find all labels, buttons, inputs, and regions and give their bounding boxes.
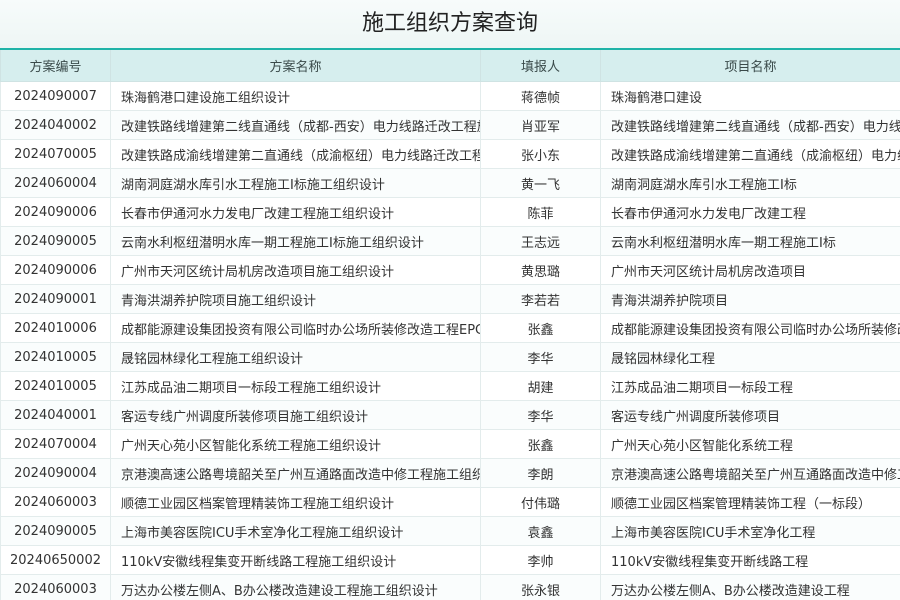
table-row[interactable]: 2024090001 青海洪湖养护院项目施工组织设计 李若若 青海洪湖养护院项目	[0, 284, 900, 314]
table-row[interactable]: 2024060003 顺德工业园区档案管理精装饰工程施工组织设计 付伟璐 顺德工业园区…	[0, 487, 900, 517]
cell-project-name: 改建铁路成渝线增建第二直通线（成渝枢纽）电力线路迁改工程	[600, 139, 900, 169]
cell-project-name: 青海洪湖养护院项目	[600, 284, 900, 314]
cell-project-name: 万达办公楼左侧A、B办公楼改造建设工程	[600, 574, 900, 600]
table-row[interactable]: 20240650002 110kV安徽线程集变开断线路工程施工组织设计 李帅 110k…	[0, 545, 900, 575]
cell-scheme-code: 2024070004	[0, 429, 111, 459]
cell-project-name: 湖南洞庭湖水库引水工程施工Ⅰ标	[600, 168, 900, 198]
table-row[interactable]: 2024010005 江苏成品油二期项目一标段工程施工组织设计 胡建 江苏成品油二期项…	[0, 371, 900, 401]
page: 施工组织方案查询 方案编号 方案名称 填报人 项目名称 2024090007 珠海…	[0, 0, 900, 600]
table-row[interactable]: 2024060004 湖南洞庭湖水库引水工程施工Ⅰ标施工组织设计 黄一飞 湖南洞庭湖水…	[0, 168, 900, 198]
cell-project-name: 广州天心苑小区智能化系统工程	[600, 429, 900, 459]
table-row[interactable]: 2024090006 广州市天河区统计局机房改造项目施工组织设计 黄思璐 广州市天河区…	[0, 255, 900, 285]
cell-scheme-code: 2024040001	[0, 400, 111, 430]
cell-scheme-code: 2024090001	[0, 284, 111, 314]
cell-project-name: 110kV安徽线程集变开断线路工程	[600, 545, 900, 575]
cell-project-name: 云南水利枢纽潜明水库一期工程施工Ⅰ标	[600, 226, 900, 256]
cell-scheme-name: 湖南洞庭湖水库引水工程施工Ⅰ标施工组织设计	[110, 168, 481, 198]
table-row[interactable]: 2024060003 万达办公楼左侧A、B办公楼改造建设工程施工组织设计 张永银 万达…	[0, 574, 900, 600]
table-row[interactable]: 2024010006成都能源建设集团投资有限公司临时办公场所装修改造工程EPC施…	[0, 313, 900, 343]
cell-scheme-code: 2024090006	[0, 197, 111, 227]
cell-scheme-code: 2024040002	[0, 110, 111, 140]
cell-reporter: 袁鑫	[480, 516, 601, 546]
cell-scheme-name: 顺德工业园区档案管理精装饰工程施工组织设计	[110, 487, 481, 517]
cell-reporter: 蒋德帧	[480, 81, 601, 111]
cell-scheme-name: 云南水利枢纽潜明水库一期工程施工Ⅰ标施工组织设计	[110, 226, 481, 256]
cell-reporter: 李朗	[480, 458, 601, 488]
table-row[interactable]: 2024090004 京港澳高速公路粤境韶关至广州互通路面改造中修工程施工组织设计…	[0, 458, 900, 488]
cell-scheme-name: 上海市美容医院ICU手术室净化工程施工组织设计	[110, 516, 481, 546]
cell-scheme-name: 广州市天河区统计局机房改造项目施工组织设计	[110, 255, 481, 285]
cell-scheme-name: 京港澳高速公路粤境韶关至广州互通路面改造中修工程施工组织设计	[110, 458, 481, 488]
cell-scheme-code: 2024090005	[0, 516, 111, 546]
cell-reporter: 王志远	[480, 226, 601, 256]
cell-reporter: 张鑫	[480, 313, 601, 343]
cell-reporter: 黄一飞	[480, 168, 601, 198]
table-row[interactable]: 2024070004 广州天心苑小区智能化系统工程施工组织设计 张鑫 广州天心苑小区智…	[0, 429, 900, 459]
cell-reporter: 胡建	[480, 371, 601, 401]
cell-project-name: 顺德工业园区档案管理精装饰工程（一标段）	[600, 487, 900, 517]
cell-scheme-code: 2024070005	[0, 139, 111, 169]
cell-scheme-name: 晟铭园林绿化工程施工组织设计	[110, 342, 481, 372]
header-scheme-name[interactable]: 方案名称	[110, 48, 481, 82]
table-header: 方案编号 方案名称 填报人 项目名称	[0, 48, 900, 82]
cell-scheme-name: 长春市伊通河水力发电厂改建工程施工组织设计	[110, 197, 481, 227]
cell-reporter: 陈菲	[480, 197, 601, 227]
table-row[interactable]: 2024040002改建铁路线增建第二线直通线（成都-西安）电力线路迁改工程施工…	[0, 110, 900, 140]
cell-reporter: 李华	[480, 342, 601, 372]
cell-scheme-name: 青海洪湖养护院项目施工组织设计	[110, 284, 481, 314]
cell-reporter: 李帅	[480, 545, 601, 575]
cell-scheme-code: 2024090005	[0, 226, 111, 256]
cell-reporter: 付伟璐	[480, 487, 601, 517]
cell-scheme-code: 2024090004	[0, 458, 111, 488]
cell-scheme-code: 2024010005	[0, 342, 111, 372]
cell-scheme-code: 2024010006	[0, 313, 111, 343]
header-project-name[interactable]: 项目名称	[600, 48, 900, 82]
cell-scheme-code: 2024010005	[0, 371, 111, 401]
cell-scheme-code: 2024090006	[0, 255, 111, 285]
table-row[interactable]: 2024090005 云南水利枢纽潜明水库一期工程施工Ⅰ标施工组织设计 王志远 云南水…	[0, 226, 900, 256]
cell-scheme-name: 万达办公楼左侧A、B办公楼改造建设工程施工组织设计	[110, 574, 481, 600]
cell-project-name: 晟铭园林绿化工程	[600, 342, 900, 372]
cell-scheme-code: 20240650002	[0, 545, 111, 575]
cell-scheme-name: 广州天心苑小区智能化系统工程施工组织设计	[110, 429, 481, 459]
cell-project-name: 上海市美容医院ICU手术室净化工程	[600, 516, 900, 546]
cell-scheme-name: 110kV安徽线程集变开断线路工程施工组织设计	[110, 545, 481, 575]
page-title: 施工组织方案查询	[0, 0, 900, 48]
cell-scheme-name: 改建铁路成渝线增建第二直通线（成渝枢纽）电力线路迁改工程施工组织设计	[110, 139, 481, 169]
cell-project-name: 江苏成品油二期项目一标段工程	[600, 371, 900, 401]
table-body: 2024090007 珠海鹤港口建设施工组织设计 蒋德帧 珠海鹤港口建设 2024040…	[0, 81, 900, 600]
cell-project-name: 广州市天河区统计局机房改造项目	[600, 255, 900, 285]
cell-reporter: 李华	[480, 400, 601, 430]
cell-project-name: 长春市伊通河水力发电厂改建工程	[600, 197, 900, 227]
cell-scheme-code: 2024060003	[0, 574, 111, 600]
table-row[interactable]: 2024010005 晟铭园林绿化工程施工组织设计 李华 晟铭园林绿化工程	[0, 342, 900, 372]
header-reporter[interactable]: 填报人	[480, 48, 601, 82]
cell-reporter: 张永银	[480, 574, 601, 600]
cell-reporter: 张鑫	[480, 429, 601, 459]
cell-scheme-name: 江苏成品油二期项目一标段工程施工组织设计	[110, 371, 481, 401]
table-row[interactable]: 2024070005改建铁路成渝线增建第二直通线（成渝枢纽）电力线路迁改工程施工…	[0, 139, 900, 169]
cell-project-name: 改建铁路线增建第二线直通线（成都-西安）电力线路迁改工程	[600, 110, 900, 140]
cell-project-name: 珠海鹤港口建设	[600, 81, 900, 111]
table-row[interactable]: 2024090005 上海市美容医院ICU手术室净化工程施工组织设计 袁鑫 上海市美容…	[0, 516, 900, 546]
cell-reporter: 李若若	[480, 284, 601, 314]
table-row[interactable]: 2024040001 客运专线广州调度所装修项目施工组织设计 李华 客运专线广州调度所…	[0, 400, 900, 430]
cell-project-name: 京港澳高速公路粤境韶关至广州互通路面改造中修工程	[600, 458, 900, 488]
scheme-table: 方案编号 方案名称 填报人 项目名称 2024090007 珠海鹤港口建设施工组织…	[0, 48, 900, 600]
cell-reporter: 张小东	[480, 139, 601, 169]
cell-scheme-name: 客运专线广州调度所装修项目施工组织设计	[110, 400, 481, 430]
table-row[interactable]: 2024090007 珠海鹤港口建设施工组织设计 蒋德帧 珠海鹤港口建设	[0, 81, 900, 111]
cell-project-name: 客运专线广州调度所装修项目	[600, 400, 900, 430]
cell-reporter: 黄思璐	[480, 255, 601, 285]
cell-scheme-code: 2024060004	[0, 168, 111, 198]
cell-reporter: 肖亚军	[480, 110, 601, 140]
cell-project-name: 成都能源建设集团投资有限公司临时办公场所装修改造工程	[600, 313, 900, 343]
table-row[interactable]: 2024090006 长春市伊通河水力发电厂改建工程施工组织设计 陈菲 长春市伊通河水…	[0, 197, 900, 227]
cell-scheme-code: 2024090007	[0, 81, 111, 111]
cell-scheme-name: 改建铁路线增建第二线直通线（成都-西安）电力线路迁改工程施工组织设计	[110, 110, 481, 140]
cell-scheme-name: 珠海鹤港口建设施工组织设计	[110, 81, 481, 111]
cell-scheme-name: 成都能源建设集团投资有限公司临时办公场所装修改造工程EPC施工组织设计	[110, 313, 481, 343]
header-scheme-code[interactable]: 方案编号	[0, 48, 111, 82]
cell-scheme-code: 2024060003	[0, 487, 111, 517]
